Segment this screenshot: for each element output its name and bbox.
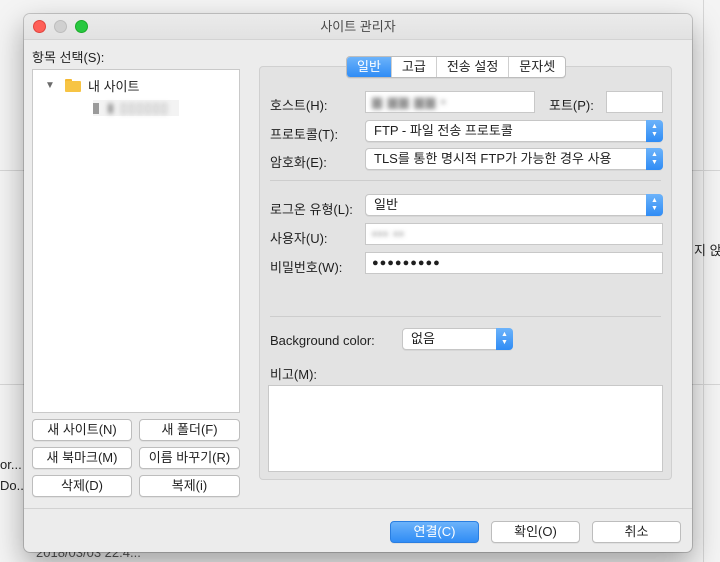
protocol-select[interactable]: FTP - 파일 전송 프로토콜 ▲ ▼ — [365, 120, 663, 142]
host-input[interactable]: ▆ ▆▆ ▆▆ ▪ — [365, 91, 535, 113]
zoom-window-button[interactable] — [75, 20, 88, 33]
background-divider — [703, 0, 704, 562]
rename-button[interactable]: 이름 바꾸기(R) — [139, 447, 240, 469]
comments-textarea[interactable] — [268, 385, 663, 472]
host-label: 호스트(H): — [270, 98, 328, 113]
footer-divider — [24, 508, 692, 509]
select-arrows-icon: ▲ ▼ — [646, 120, 663, 142]
minimize-window-button[interactable] — [54, 20, 67, 33]
window-controls — [33, 20, 88, 33]
close-window-button[interactable] — [33, 20, 46, 33]
background-text: 지 앉 — [694, 243, 720, 258]
protocol-value: FTP - 파일 전송 프로토콜 — [374, 123, 513, 138]
connect-button[interactable]: 연결(C) — [390, 521, 479, 543]
user-label: 사용자(U): — [270, 231, 328, 246]
new-bookmark-button[interactable]: 새 북마크(M) — [32, 447, 132, 469]
password-input[interactable]: ●●●●●●●●● — [365, 252, 663, 274]
logon-type-label: 로그온 유형(L): — [270, 202, 353, 217]
title-bar[interactable]: 사이트 관리자 — [24, 14, 692, 40]
background-color-label: Background color: — [270, 333, 375, 348]
password-label: 비밀번호(W): — [270, 260, 343, 275]
duplicate-button[interactable]: 복제(i) — [139, 475, 240, 497]
background-color-value: 없음 — [411, 331, 435, 346]
tab-charset[interactable]: 문자셋 — [509, 57, 565, 77]
site-manager-dialog: 사이트 관리자 항목 선택(S): ▼ 내 사이트 ▮ ▯▯▯▯▯▯ 새 사이트… — [24, 14, 692, 552]
logon-type-value: 일반 — [374, 197, 398, 212]
comments-label: 비고(M): — [270, 367, 318, 382]
select-arrows-icon: ▲ ▼ — [646, 194, 663, 216]
select-arrows-icon: ▲ ▼ — [646, 148, 663, 170]
logon-type-select[interactable]: 일반 ▲ ▼ — [365, 194, 663, 216]
divider — [270, 316, 661, 317]
tree-item-label: 내 사이트 — [88, 79, 140, 94]
user-input[interactable]: ▪▪▪ ▪▪ — [365, 223, 663, 245]
tree-item-my-sites[interactable]: ▼ 내 사이트 — [45, 76, 139, 95]
protocol-label: 프로토콜(T): — [270, 127, 339, 142]
cancel-button[interactable]: 취소 — [592, 521, 681, 543]
window-title: 사이트 관리자 — [320, 19, 396, 34]
background-text: or... — [0, 457, 22, 472]
tab-general[interactable]: 일반 — [347, 57, 392, 77]
tab-transfer-settings[interactable]: 전송 설정 — [437, 57, 510, 77]
port-label: 포트(P): — [549, 98, 594, 113]
site-icon — [93, 102, 99, 114]
folder-icon — [65, 79, 81, 92]
divider — [270, 180, 661, 181]
port-input[interactable] — [606, 91, 663, 113]
tree-item-label: ▮ ▯▯▯▯▯▯ — [107, 100, 169, 115]
background-color-select[interactable]: 없음 ▲ ▼ — [402, 328, 513, 350]
encryption-select[interactable]: TLS를 통한 명시적 FTP가 가능한 경우 사용 ▲ ▼ — [365, 148, 663, 170]
encryption-label: 암호화(E): — [270, 155, 327, 170]
settings-tabs: 일반 고급 전송 설정 문자셋 — [346, 56, 567, 78]
select-entry-label: 항목 선택(S): — [32, 50, 105, 65]
ok-button[interactable]: 확인(O) — [491, 521, 580, 543]
new-folder-button[interactable]: 새 폴더(F) — [139, 419, 240, 441]
new-site-button[interactable]: 새 사이트(N) — [32, 419, 132, 441]
site-tree[interactable]: ▼ 내 사이트 ▮ ▯▯▯▯▯▯ — [32, 69, 240, 413]
encryption-value: TLS를 통한 명시적 FTP가 가능한 경우 사용 — [374, 151, 612, 166]
select-arrows-icon: ▲ ▼ — [496, 328, 513, 350]
delete-button[interactable]: 삭제(D) — [32, 475, 132, 497]
tree-item-site[interactable]: ▮ ▯▯▯▯▯▯ — [93, 100, 179, 116]
tab-advanced[interactable]: 고급 — [392, 57, 437, 77]
disclosure-triangle-icon[interactable]: ▼ — [45, 80, 59, 91]
